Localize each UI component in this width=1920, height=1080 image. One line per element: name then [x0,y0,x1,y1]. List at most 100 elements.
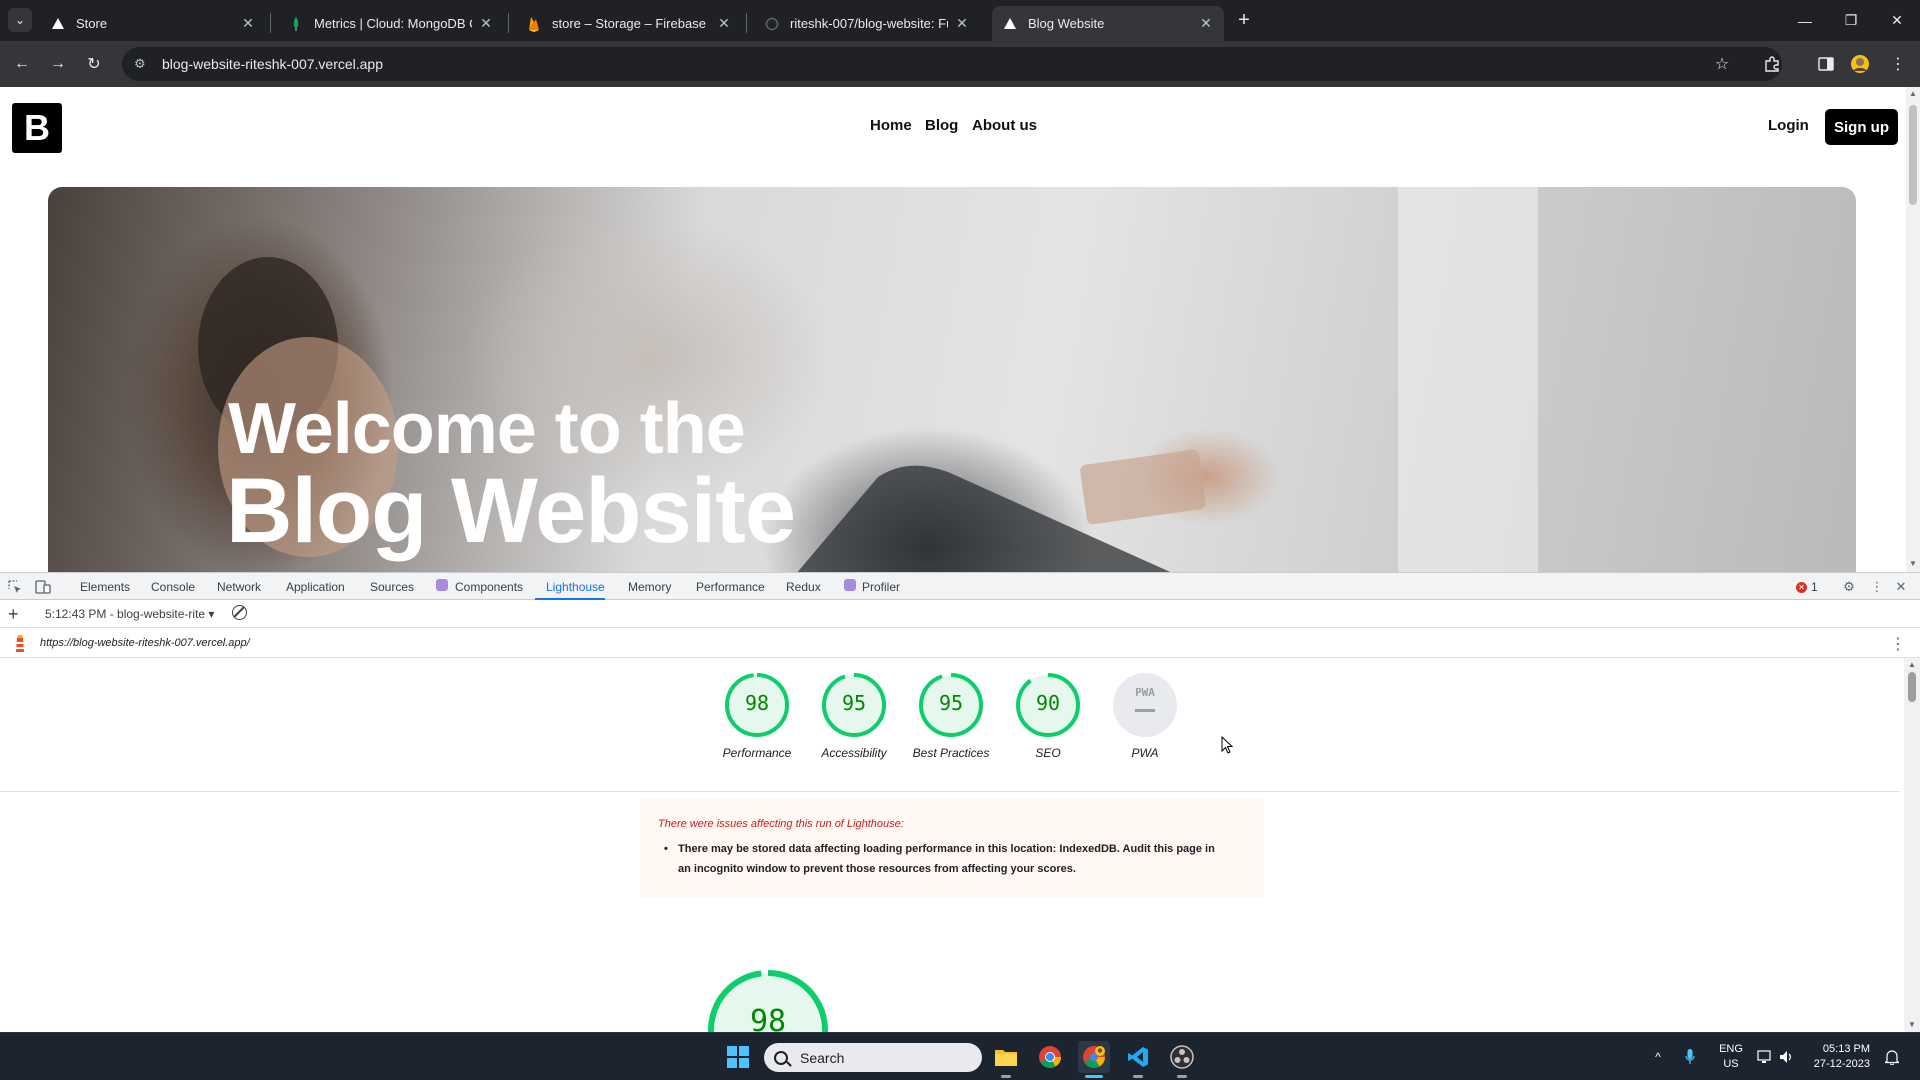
show-hidden-icons-chevron-icon[interactable]: ^ [1646,1033,1670,1080]
error-count: 1 [1811,580,1818,594]
minimize-window-icon[interactable]: — [1782,0,1828,41]
profile-avatar-icon[interactable] [1846,50,1874,78]
forward-arrow-icon[interactable]: → [44,50,72,78]
tab-elements[interactable]: Elements [80,580,130,594]
tab-title: Metrics | Cloud: MongoDB Clou [314,16,472,31]
language-indicator[interactable]: ENG US [1716,1042,1746,1072]
scroll-up-arrow-icon[interactable]: ▲ [1908,660,1916,669]
gauge-seo[interactable]: 90 SEO [998,672,1098,760]
browser-tab-blog-website[interactable]: Blog Website ✕ [992,6,1224,41]
tab-title: Store [76,16,108,31]
address-bar[interactable]: ⚙ blog-website-riteshk-007.vercel.app [122,47,1782,81]
network-icon[interactable] [1754,1033,1776,1080]
close-tab-icon[interactable]: ✕ [240,15,256,32]
gauge-pwa[interactable]: PWA PWA [1095,672,1195,760]
site-info-tune-icon[interactable]: ⚙ [134,56,150,72]
gauge-performance[interactable]: 98 Performance [707,672,807,760]
active-indicator [1085,1075,1103,1078]
tab-lighthouse[interactable]: Lighthouse [546,580,605,594]
vercel-triangle-icon [1002,16,1018,32]
scroll-down-arrow-icon[interactable]: ▼ [1908,1020,1916,1029]
file-explorer-icon[interactable] [990,1041,1022,1073]
new-report-plus-icon[interactable]: + [8,604,19,625]
signup-button[interactable]: Sign up [1825,109,1898,145]
restore-window-icon[interactable]: ❐ [1828,0,1874,41]
chrome-icon[interactable] [1034,1041,1066,1073]
microphone-icon[interactable] [1678,1033,1702,1080]
chrome-profile-icon[interactable] [1078,1041,1110,1073]
big-gauge-score: 98 [749,1004,787,1032]
close-tab-icon[interactable]: ✕ [716,15,732,32]
tab-separator [270,13,271,33]
gauge-score: 98 [744,691,770,715]
gauge-score: 95 [841,691,867,715]
devtools-kebab-icon[interactable]: ⋮ [1868,578,1886,596]
tab-redux[interactable]: Redux [786,580,821,594]
volume-icon[interactable] [1776,1033,1798,1080]
nav-home-link[interactable]: Home [870,117,912,134]
mongodb-leaf-icon [288,16,304,32]
react-components-icon [436,579,448,591]
tab-application[interactable]: Application [286,580,345,594]
site-logo[interactable]: B [12,103,62,153]
pwa-badge-text: PWA [1135,686,1155,699]
notifications-bell-icon[interactable] [1880,1033,1904,1080]
login-link[interactable]: Login [1768,117,1809,134]
mouse-cursor-icon [1221,736,1233,754]
side-panel-icon[interactable] [1812,50,1840,78]
chrome-menu-kebab-icon[interactable]: ⋮ [1884,50,1912,78]
tab-search-chevron-icon[interactable]: ⌄ [8,8,32,32]
gauge-accessibility[interactable]: 95 Accessibility [804,672,904,760]
close-window-icon[interactable]: ✕ [1874,0,1920,41]
browser-tab-github[interactable]: riteshk-007/blog-website: Full S ✕ [754,6,980,41]
tab-performance[interactable]: Performance [696,580,765,594]
report-menu-kebab-icon[interactable]: ⋮ [1890,634,1906,654]
tab-profiler[interactable]: Profiler [862,580,900,594]
tab-memory[interactable]: Memory [628,580,671,594]
browser-tab-firebase[interactable]: store – Storage – Firebase cons ✕ [516,6,742,41]
tab-sources[interactable]: Sources [370,580,414,594]
settings-gear-icon[interactable]: ⚙ [1840,578,1858,596]
new-tab-plus-icon[interactable]: + [1232,8,1256,32]
lighthouse-url-bar: https://blog-website-riteshk-007.vercel.… [0,628,1920,658]
vscode-icon[interactable] [1122,1041,1154,1073]
tab-title: Blog Website [1028,16,1105,31]
windows-start-icon[interactable] [722,1041,754,1073]
gauge-label: SEO [1035,746,1061,760]
report-url[interactable]: https://blog-website-riteshk-007.vercel.… [40,637,250,649]
tab-title: riteshk-007/blog-website: Full S [790,16,948,31]
tab-components[interactable]: Components [455,580,523,594]
devtools-scrollbar[interactable]: ▲ ▼ [1904,658,1920,1032]
bookmark-star-icon[interactable]: ☆ [1708,50,1736,78]
report-selector[interactable]: 5:12:43 PM - blog-website-rite ▾ [45,607,214,621]
nav-blog-link[interactable]: Blog [925,117,958,134]
devtools-scroll-thumb[interactable] [1908,672,1916,702]
close-devtools-icon[interactable]: ✕ [1892,578,1910,596]
system-clock[interactable]: 05:13 PM 27-12-2023 [1806,1042,1870,1072]
close-tab-icon[interactable]: ✕ [1198,15,1214,32]
extensions-puzzle-icon[interactable] [1758,50,1786,78]
tab-console[interactable]: Console [151,580,195,594]
gauge-best-practices[interactable]: 95 Best Practices [901,672,1001,760]
page-scrollbar[interactable]: ▲ ▼ [1906,87,1920,572]
scroll-down-arrow-icon[interactable]: ▼ [1909,559,1917,568]
browser-tab-store[interactable]: Store ✕ [40,6,266,41]
gauge-label: Best Practices [912,746,990,760]
obs-studio-icon[interactable] [1166,1041,1198,1073]
scroll-up-arrow-icon[interactable]: ▲ [1909,89,1917,98]
keyboard-region: US [1723,1058,1739,1070]
reload-icon[interactable]: ↻ [80,50,108,78]
tab-separator [746,13,747,33]
inspect-element-icon[interactable] [6,578,24,596]
back-arrow-icon[interactable]: ← [8,50,36,78]
close-tab-icon[interactable]: ✕ [954,15,970,32]
error-count-badge[interactable]: ✕ 1 [1796,580,1818,594]
device-toolbar-icon[interactable] [34,578,52,596]
page-scroll-thumb[interactable] [1909,105,1917,205]
browser-tab-mongodb[interactable]: Metrics | Cloud: MongoDB Clou ✕ [278,6,504,41]
nav-about-link[interactable]: About us [972,117,1037,134]
tab-network[interactable]: Network [217,580,261,594]
close-tab-icon[interactable]: ✕ [478,15,494,32]
taskbar-search-box[interactable]: Search [764,1043,982,1072]
clear-reports-icon[interactable] [232,605,247,620]
